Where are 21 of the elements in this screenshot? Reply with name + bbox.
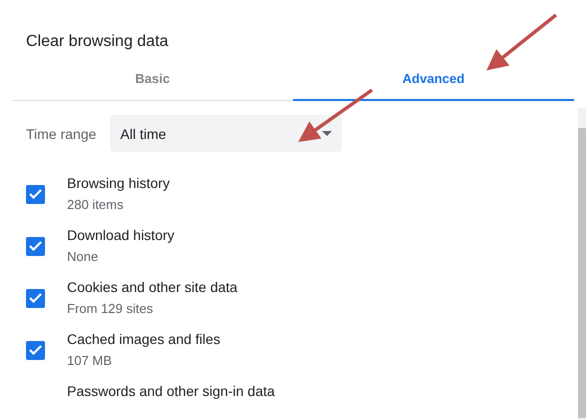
checkbox[interactable]	[26, 340, 45, 360]
tab[interactable]: Advanced	[293, 58, 574, 101]
tab[interactable]: Basic	[12, 58, 293, 101]
caret-icon	[322, 131, 332, 136]
checkbox[interactable]	[26, 236, 45, 256]
checkbox[interactable]	[26, 288, 45, 308]
annotation-arrow	[486, 14, 558, 70]
item-title: Passwords and other sign-in data	[67, 382, 275, 400]
item-detail: From 129 sites	[67, 300, 154, 318]
item-detail: 107 MB	[67, 352, 113, 370]
item-detail: 280 items	[67, 196, 124, 214]
item-detail: None	[67, 248, 100, 266]
time-range-dropdown[interactable]: All time	[110, 115, 342, 152]
checkbox[interactable]	[26, 184, 45, 204]
item-title: Cookies and other site data	[67, 278, 238, 296]
scrollbar[interactable]	[578, 108, 586, 420]
item-title: Browsing history	[67, 174, 170, 192]
time-range-label: Time range	[26, 126, 96, 142]
item-title: Cached images and files	[67, 330, 220, 348]
dialog-title: Clear browsing data	[26, 32, 170, 52]
item-title: Download history	[67, 226, 174, 244]
